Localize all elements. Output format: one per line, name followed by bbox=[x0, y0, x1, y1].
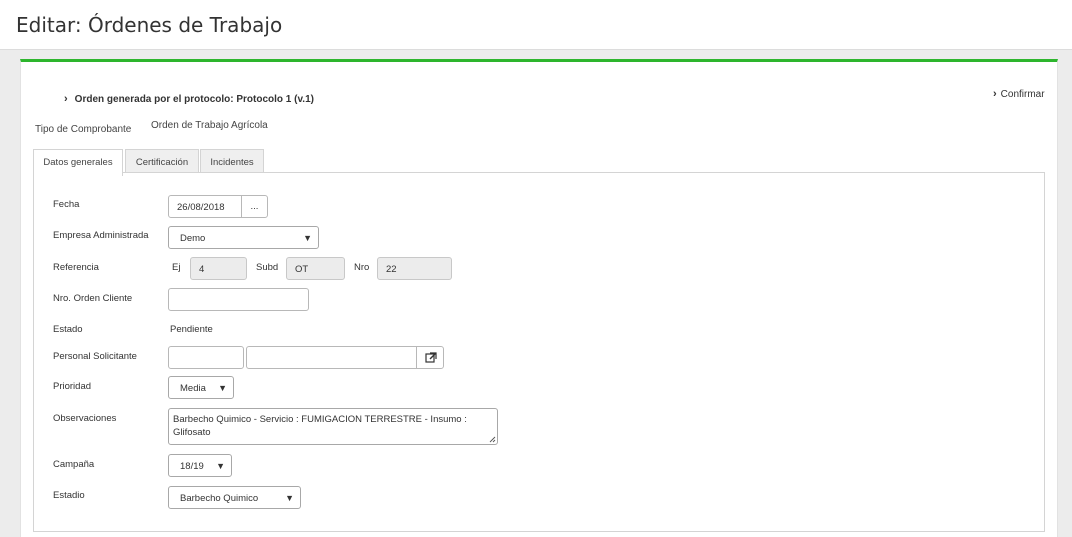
observaciones-label: Observaciones bbox=[53, 413, 117, 424]
nro-orden-cliente-input[interactable] bbox=[168, 288, 309, 311]
personal-name-input[interactable] bbox=[246, 346, 417, 369]
prioridad-value: Media bbox=[180, 383, 206, 394]
estadio-label: Estadio bbox=[53, 490, 85, 501]
page-title: Editar: Órdenes de Trabajo bbox=[16, 13, 283, 37]
tab-datos-generales[interactable]: Datos generales bbox=[33, 149, 123, 176]
nro-orden-cliente-label: Nro. Orden Cliente bbox=[53, 293, 133, 304]
prioridad-select[interactable]: Media ▼ bbox=[168, 376, 234, 399]
external-link-button[interactable] bbox=[416, 346, 444, 369]
caret-down-icon: ▼ bbox=[216, 461, 225, 471]
empresa-value: Demo bbox=[180, 233, 206, 244]
page-header: Editar: Órdenes de Trabajo bbox=[0, 0, 1072, 50]
personal-code-input[interactable] bbox=[168, 346, 244, 369]
confirm-label: Confirmar bbox=[1000, 89, 1045, 100]
prioridad-label: Prioridad bbox=[53, 381, 92, 392]
estado-value: Pendiente bbox=[170, 324, 213, 335]
referencia-label: Referencia bbox=[53, 262, 99, 273]
observaciones-value: Barbecho Quimico - Servicio : FUMIGACION… bbox=[173, 414, 467, 438]
estadio-value: Barbecho Quimico bbox=[180, 493, 259, 504]
caret-down-icon: ▼ bbox=[285, 493, 294, 503]
protocol-info: › Orden generada por el protocolo: Protoc… bbox=[64, 93, 314, 105]
external-link-icon bbox=[425, 352, 437, 363]
protocol-text: Orden generada por el protocolo: Protoco… bbox=[74, 94, 314, 105]
personal-solicitante-label: Personal Solicitante bbox=[53, 351, 137, 362]
campana-label: Campaña bbox=[53, 459, 95, 470]
observaciones-textarea[interactable]: Barbecho Quimico - Servicio : FUMIGACION… bbox=[168, 408, 498, 445]
edit-panel: › Orden generada por el protocolo: Protoc… bbox=[20, 59, 1058, 537]
tipo-comprobante-value: Orden de Trabajo Agrícola bbox=[151, 120, 268, 131]
nro-label: Nro bbox=[354, 262, 370, 273]
campana-value: 18/19 bbox=[180, 461, 204, 472]
confirm-button[interactable]: › Confirmar bbox=[993, 88, 1045, 100]
chevron-right-icon: › bbox=[64, 93, 68, 105]
estadio-select[interactable]: Barbecho Quimico ▼ bbox=[168, 486, 301, 509]
estado-label: Estado bbox=[53, 324, 83, 335]
empresa-label: Empresa Administrada bbox=[53, 230, 149, 241]
fecha-input[interactable]: 26/08/2018 bbox=[168, 195, 242, 218]
ej-input: 4 bbox=[190, 257, 247, 280]
campana-select[interactable]: 18/19 ▼ bbox=[168, 454, 232, 477]
caret-down-icon: ▼ bbox=[303, 233, 312, 243]
caret-down-icon: ▼ bbox=[218, 383, 227, 393]
subd-label: Subd bbox=[256, 262, 279, 273]
empresa-select[interactable]: Demo ▼ bbox=[168, 226, 319, 249]
fecha-label: Fecha bbox=[53, 199, 80, 210]
date-picker-button[interactable]: ... bbox=[241, 195, 268, 218]
resize-handle-icon[interactable] bbox=[489, 436, 496, 443]
ej-label: Ej bbox=[172, 262, 181, 273]
tab-panel-datos-generales: Fecha 26/08/2018 ... Empresa Administrad… bbox=[33, 172, 1045, 532]
subd-input: OT bbox=[286, 257, 345, 280]
nro-input: 22 bbox=[377, 257, 452, 280]
chevron-right-icon: › bbox=[993, 88, 997, 100]
tipo-comprobante-label: Tipo de Comprobante bbox=[35, 124, 132, 135]
